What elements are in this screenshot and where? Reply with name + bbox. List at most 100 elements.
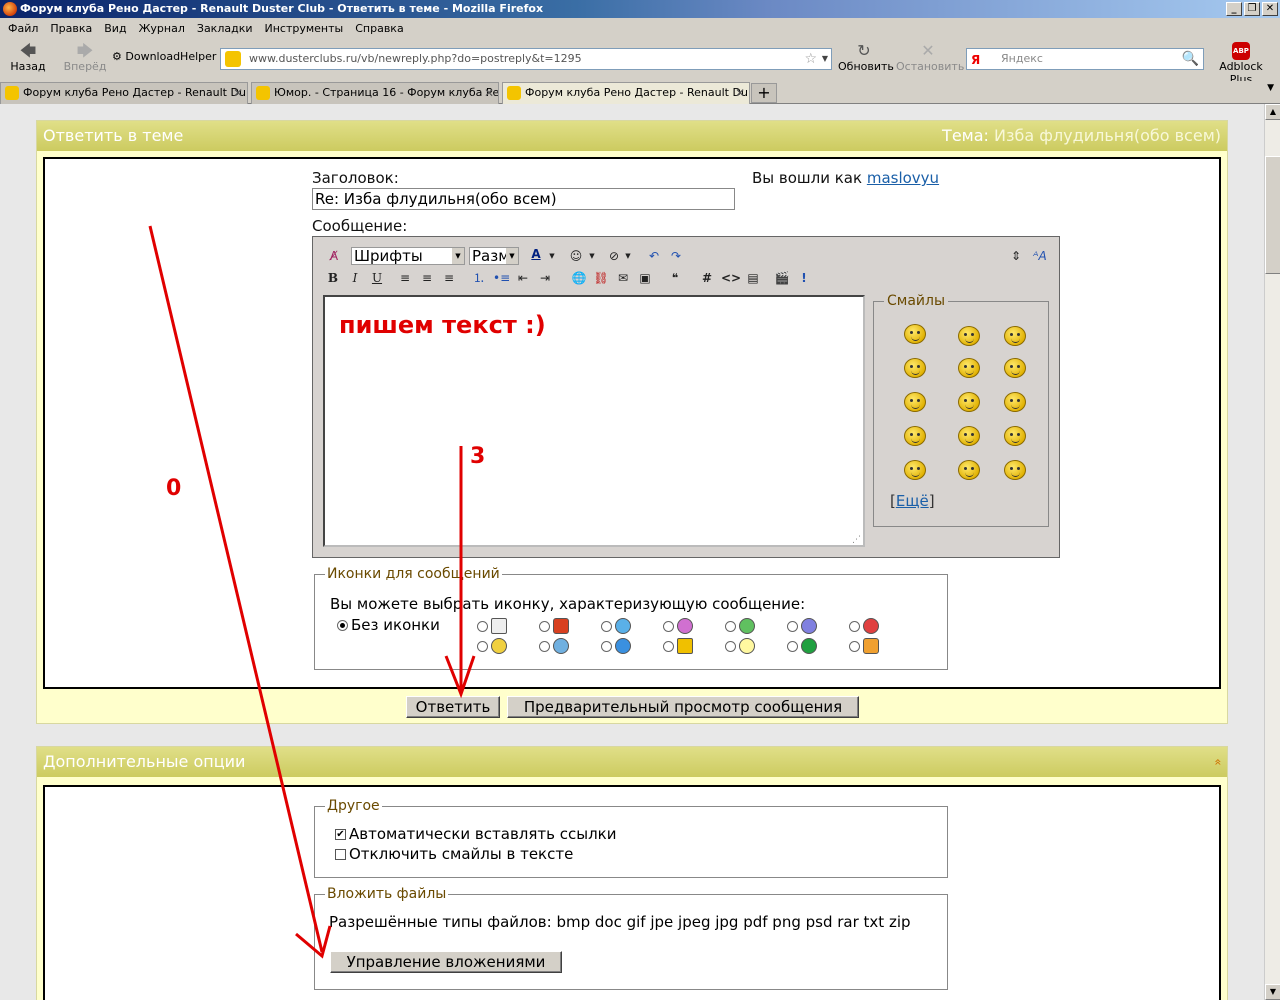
vertical-scrollbar[interactable]: ▲ ▼ (1264, 104, 1280, 1000)
code-hash-icon[interactable]: # (699, 269, 715, 287)
auto-links-checkbox[interactable]: ✔ (335, 829, 346, 840)
attachment-icon[interactable]: ⊘ (605, 247, 623, 265)
url-dropdown-icon[interactable]: ▼ (822, 49, 828, 69)
menu-tools[interactable]: Инструменты (259, 19, 350, 39)
post-icon-radio[interactable] (601, 641, 612, 652)
post-icon-radio[interactable] (477, 641, 488, 652)
align-left-icon[interactable]: ≡ (397, 269, 413, 287)
no-icon-radio[interactable] (337, 620, 348, 631)
spoiler-icon[interactable]: ! (797, 269, 811, 287)
scroll-up-icon[interactable]: ▲ (1265, 104, 1280, 120)
stop-button[interactable]: ✕ Остановить (896, 42, 964, 74)
underline-icon[interactable]: U (369, 269, 385, 287)
smiley-icon[interactable] (904, 392, 926, 412)
bold-icon[interactable]: B (325, 269, 341, 287)
font-select[interactable]: Шрифты ▼ (351, 247, 465, 265)
chevron-down-icon[interactable]: ▼ (587, 247, 597, 265)
close-window-button[interactable]: ✕ (1262, 2, 1278, 16)
post-icon-radio[interactable] (539, 641, 550, 652)
tab-close-icon[interactable]: ✕ (735, 83, 745, 103)
tab-forum-active[interactable]: Форум клуба Рено Дастер - Renault Du... … (502, 82, 750, 105)
remove-format-icon[interactable]: A̸ (325, 247, 343, 265)
tab-list-icon[interactable]: ▼ (1267, 83, 1274, 93)
more-smilies-link[interactable]: Ещё (896, 492, 929, 510)
post-icon-radio[interactable] (663, 641, 674, 652)
resize-grip-icon[interactable]: ⋰ (852, 535, 861, 545)
username-link[interactable]: maslovyu (867, 169, 939, 187)
text-color-icon[interactable]: A (525, 245, 547, 263)
remove-link-icon[interactable]: ⛓ (593, 269, 609, 287)
post-icon-radio[interactable] (725, 641, 736, 652)
resize-editor-icon[interactable]: ⇕ (1007, 247, 1025, 265)
unordered-list-icon[interactable]: •≡ (493, 269, 510, 287)
post-icon-radio[interactable] (725, 621, 736, 632)
size-select[interactable]: Разм ▼ (469, 247, 519, 265)
forward-button[interactable]: 🡆 Вперёд (62, 42, 108, 74)
post-icon-radio[interactable] (539, 621, 550, 632)
post-icon-radio[interactable] (663, 621, 674, 632)
adblock-button[interactable]: ABP Adblock Plus (1208, 42, 1274, 86)
url-bar[interactable]: www.dusterclubs.ru/vb/newreply.php?do=po… (220, 48, 832, 70)
menu-edit[interactable]: Правка (44, 19, 98, 39)
menu-file[interactable]: Файл (2, 19, 44, 39)
scroll-thumb[interactable] (1265, 156, 1280, 274)
chevron-down-icon[interactable]: ▼ (547, 247, 557, 265)
search-icon[interactable]: 🔍 (1182, 49, 1199, 69)
smiley-icon[interactable] (904, 460, 926, 480)
insert-image-icon[interactable]: ▣ (637, 269, 653, 287)
indent-icon[interactable]: ⇥ (537, 269, 553, 287)
scroll-down-icon[interactable]: ▼ (1265, 984, 1280, 1000)
tab-forum-1[interactable]: Форум клуба Рено Дастер - Renault Du... … (0, 82, 248, 104)
redo-icon[interactable]: ↷ (667, 247, 685, 265)
smiley-icon[interactable] (1004, 426, 1026, 446)
search-input[interactable]: Я Яндекс 🔍 (966, 48, 1204, 70)
yandex-icon[interactable]: Я (971, 50, 980, 70)
smiley-insert-icon[interactable]: ☺ (567, 247, 585, 265)
manage-attachments-button[interactable]: Управление вложениями (330, 951, 562, 973)
smiley-icon[interactable] (958, 426, 980, 446)
post-icon-radio[interactable] (601, 621, 612, 632)
title-input[interactable]: Re: Изба флудильня(обо всем) (312, 188, 735, 210)
smiley-icon[interactable] (958, 460, 980, 480)
message-textarea[interactable]: пишем текст :) ⋰ (323, 295, 865, 547)
maximize-button[interactable]: ❐ (1244, 2, 1260, 16)
post-icon-radio[interactable] (787, 641, 798, 652)
menu-view[interactable]: Вид (98, 19, 132, 39)
smiley-icon[interactable] (958, 358, 980, 378)
php-code-icon[interactable]: ▤ (745, 269, 761, 287)
video-icon[interactable]: 🎬 (773, 269, 791, 287)
chevron-down-icon[interactable]: ▼ (623, 247, 633, 265)
align-center-icon[interactable]: ≡ (419, 269, 435, 287)
smiley-icon[interactable] (958, 392, 980, 412)
smiley-icon[interactable] (1004, 358, 1026, 378)
italic-icon[interactable]: I (347, 269, 363, 287)
outdent-icon[interactable]: ⇤ (515, 269, 531, 287)
quote-icon[interactable]: ❝ (667, 269, 683, 287)
ordered-list-icon[interactable]: ⒈ (471, 269, 487, 287)
tab-close-icon[interactable]: ✕ (484, 83, 494, 103)
post-icon-radio[interactable] (477, 621, 488, 632)
menu-help[interactable]: Справка (349, 19, 409, 39)
bookmark-star-icon[interactable]: ☆ (804, 49, 817, 69)
reload-button[interactable]: ↻ Обновить (838, 42, 894, 74)
align-right-icon[interactable]: ≡ (441, 269, 457, 287)
back-button[interactable]: 🡄 Назад (8, 42, 48, 74)
html-code-icon[interactable]: <> (721, 269, 741, 287)
undo-icon[interactable]: ↶ (645, 247, 663, 265)
disable-smilies-checkbox[interactable] (335, 849, 346, 860)
smiley-icon[interactable] (904, 426, 926, 446)
menu-bookmarks[interactable]: Закладки (191, 19, 259, 39)
new-tab-button[interactable]: + (751, 83, 777, 103)
preview-button[interactable]: Предварительный просмотр сообщения (507, 696, 859, 718)
smiley-icon[interactable] (904, 324, 926, 344)
tab-humor[interactable]: Юмор. - Страница 16 - Форум клуба Ре... … (251, 82, 499, 104)
post-icon-radio[interactable] (849, 621, 860, 632)
smiley-icon[interactable] (958, 326, 980, 346)
submit-reply-button[interactable]: Ответить (406, 696, 500, 718)
tab-close-icon[interactable]: ✕ (233, 83, 243, 103)
minimize-button[interactable]: _ (1226, 2, 1242, 16)
smiley-icon[interactable] (904, 358, 926, 378)
insert-email-icon[interactable]: ✉ (615, 269, 631, 287)
downloadhelper-button[interactable]: ⚙ DownloadHelper (112, 50, 216, 63)
smiley-icon[interactable] (1004, 326, 1026, 346)
